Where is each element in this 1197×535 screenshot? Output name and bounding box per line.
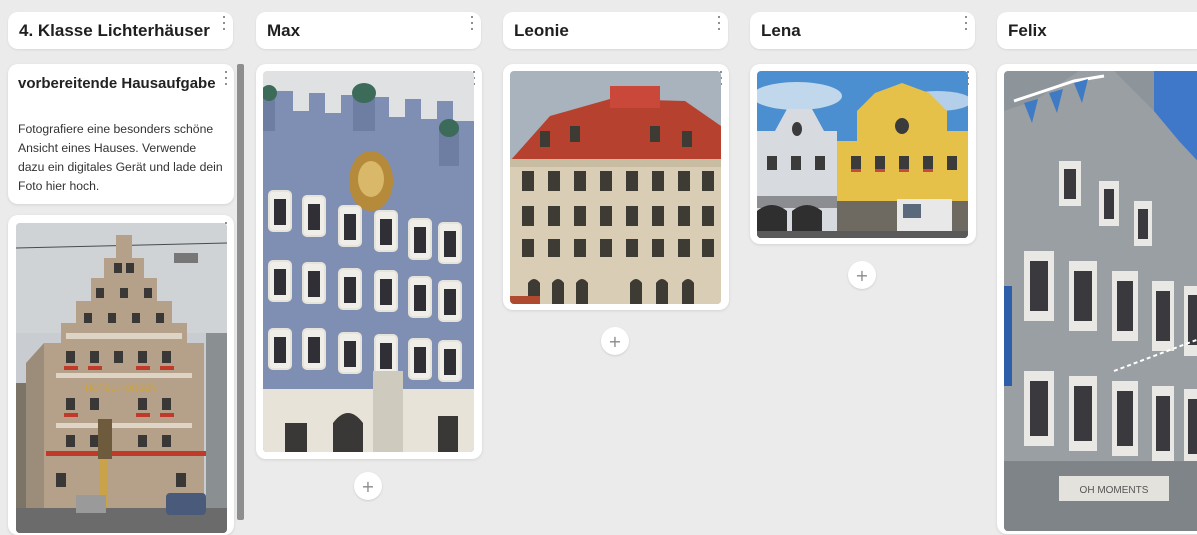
column-header-class[interactable]: 4. Klasse Lichterhäuser: [8, 12, 233, 49]
post-card-photo-felix[interactable]: OH MOMENTS: [997, 64, 1197, 534]
column-header-max[interactable]: Max: [256, 12, 481, 49]
add-post-button[interactable]: +: [354, 472, 382, 500]
plus-icon: +: [361, 476, 375, 496]
column-title: Felix: [1008, 21, 1047, 40]
house-photo[interactable]: HOTEL HOHSEN: [16, 223, 227, 533]
post-body: Fotografiere eine besonders schöne Ansic…: [18, 122, 223, 193]
padlet-board: 4. Klasse Lichterhäuser Max Leonie Lena …: [0, 0, 1197, 535]
house-photo[interactable]: [263, 71, 474, 452]
column-scrollbar[interactable]: [237, 64, 244, 520]
more-options-icon[interactable]: [221, 16, 227, 30]
house-photo[interactable]: [510, 71, 721, 304]
post-card-photo-leonie[interactable]: [503, 64, 729, 310]
post-card-photo-lena[interactable]: [750, 64, 976, 244]
column-title: 4. Klasse Lichterhäuser: [19, 21, 210, 40]
post-card-photo-hotel[interactable]: HOTEL HOHSEN: [8, 215, 234, 535]
add-post-button[interactable]: +: [848, 261, 876, 289]
more-options-icon[interactable]: [469, 16, 475, 30]
add-post-button[interactable]: +: [601, 327, 629, 355]
column-title: Max: [267, 21, 301, 40]
post-title: vorbereitende Hausaufgabe: [18, 75, 216, 92]
house-photo[interactable]: OH MOMENTS: [1004, 71, 1197, 531]
more-options-icon[interactable]: [963, 16, 969, 30]
column-header-leonie[interactable]: Leonie: [503, 12, 728, 49]
column-title: Leonie: [514, 21, 569, 40]
more-options-icon[interactable]: [716, 16, 722, 30]
plus-icon: +: [855, 265, 869, 285]
plus-icon: +: [608, 331, 622, 351]
column-header-felix[interactable]: Felix: [997, 12, 1197, 49]
house-photo[interactable]: [757, 71, 968, 238]
column-title: Lena: [761, 21, 801, 40]
more-options-icon[interactable]: [223, 71, 229, 85]
post-card-photo-max[interactable]: [256, 64, 482, 459]
column-header-lena[interactable]: Lena: [750, 12, 975, 49]
shop-sign: OH MOMENTS: [1080, 485, 1149, 496]
hotel-sign: HOTEL HOHSEN: [85, 383, 156, 393]
post-card-assignment[interactable]: vorbereitende Hausaufgabe Fotografiere e…: [8, 64, 234, 204]
